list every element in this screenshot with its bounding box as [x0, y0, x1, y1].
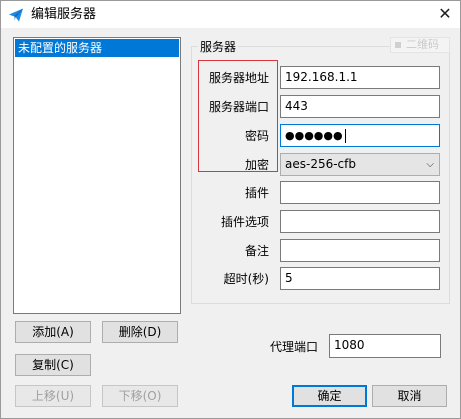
server-port-value: 443: [285, 99, 308, 113]
plugin-options-label: 插件选项: [220, 215, 269, 229]
password-label: 密码: [244, 129, 269, 143]
timeout-label: 超时(秒): [223, 272, 269, 286]
qr-code-button[interactable]: 二维码: [390, 37, 450, 53]
move-down-button[interactable]: 下移(O): [102, 385, 178, 407]
encryption-value: aes-256-cfb: [285, 157, 356, 171]
chevron-down-icon: ⌵: [426, 159, 434, 170]
port-label: 服务器端口: [208, 100, 269, 114]
text-caret: [344, 128, 346, 143]
plugin-input[interactable]: [280, 181, 440, 204]
cancel-button[interactable]: 取消: [372, 385, 447, 407]
paper-plane-icon: [9, 8, 23, 22]
encryption-select[interactable]: aes-256-cfb ⌵: [280, 153, 440, 176]
proxy-port-value: 1080: [334, 338, 365, 352]
server-list-item[interactable]: 未配置的服务器: [15, 39, 179, 57]
server-group-title: 服务器: [198, 39, 239, 55]
proxy-port-input[interactable]: 1080: [329, 334, 441, 358]
add-button[interactable]: 添加(A): [15, 321, 91, 343]
qr-code-label: 二维码: [406, 38, 439, 51]
server-list[interactable]: 未配置的服务器: [13, 37, 181, 314]
server-address-input[interactable]: 192.168.1.1: [280, 66, 440, 89]
edit-server-dialog: 编辑服务器 ✕ 未配置的服务器 添加(A) 删除(D) 复制(C) 上移(U) …: [0, 0, 461, 419]
qr-code-icon: [395, 42, 401, 48]
address-label: 服务器地址: [208, 71, 269, 85]
copy-button[interactable]: 复制(C): [15, 354, 91, 376]
delete-button[interactable]: 删除(D): [102, 321, 178, 343]
timeout-input[interactable]: 5: [280, 267, 440, 290]
close-icon[interactable]: ✕: [433, 4, 457, 24]
server-port-input[interactable]: 443: [280, 95, 440, 118]
encryption-label: 加密: [244, 158, 269, 172]
proxy-port-label: 代理端口: [269, 340, 318, 354]
move-up-button[interactable]: 上移(U): [15, 385, 91, 407]
password-value: ●●●●●●: [285, 129, 343, 142]
password-input[interactable]: ●●●●●●: [280, 124, 440, 147]
remarks-label: 备注: [244, 244, 269, 258]
remarks-input[interactable]: [280, 239, 440, 262]
ok-button[interactable]: 确定: [292, 385, 367, 407]
window-title: 编辑服务器: [31, 7, 97, 22]
plugin-options-input[interactable]: [280, 210, 440, 233]
plugin-label: 插件: [244, 186, 269, 200]
title-bar: 编辑服务器 ✕: [1, 1, 460, 28]
timeout-value: 5: [285, 271, 293, 285]
server-address-value: 192.168.1.1: [285, 70, 358, 84]
